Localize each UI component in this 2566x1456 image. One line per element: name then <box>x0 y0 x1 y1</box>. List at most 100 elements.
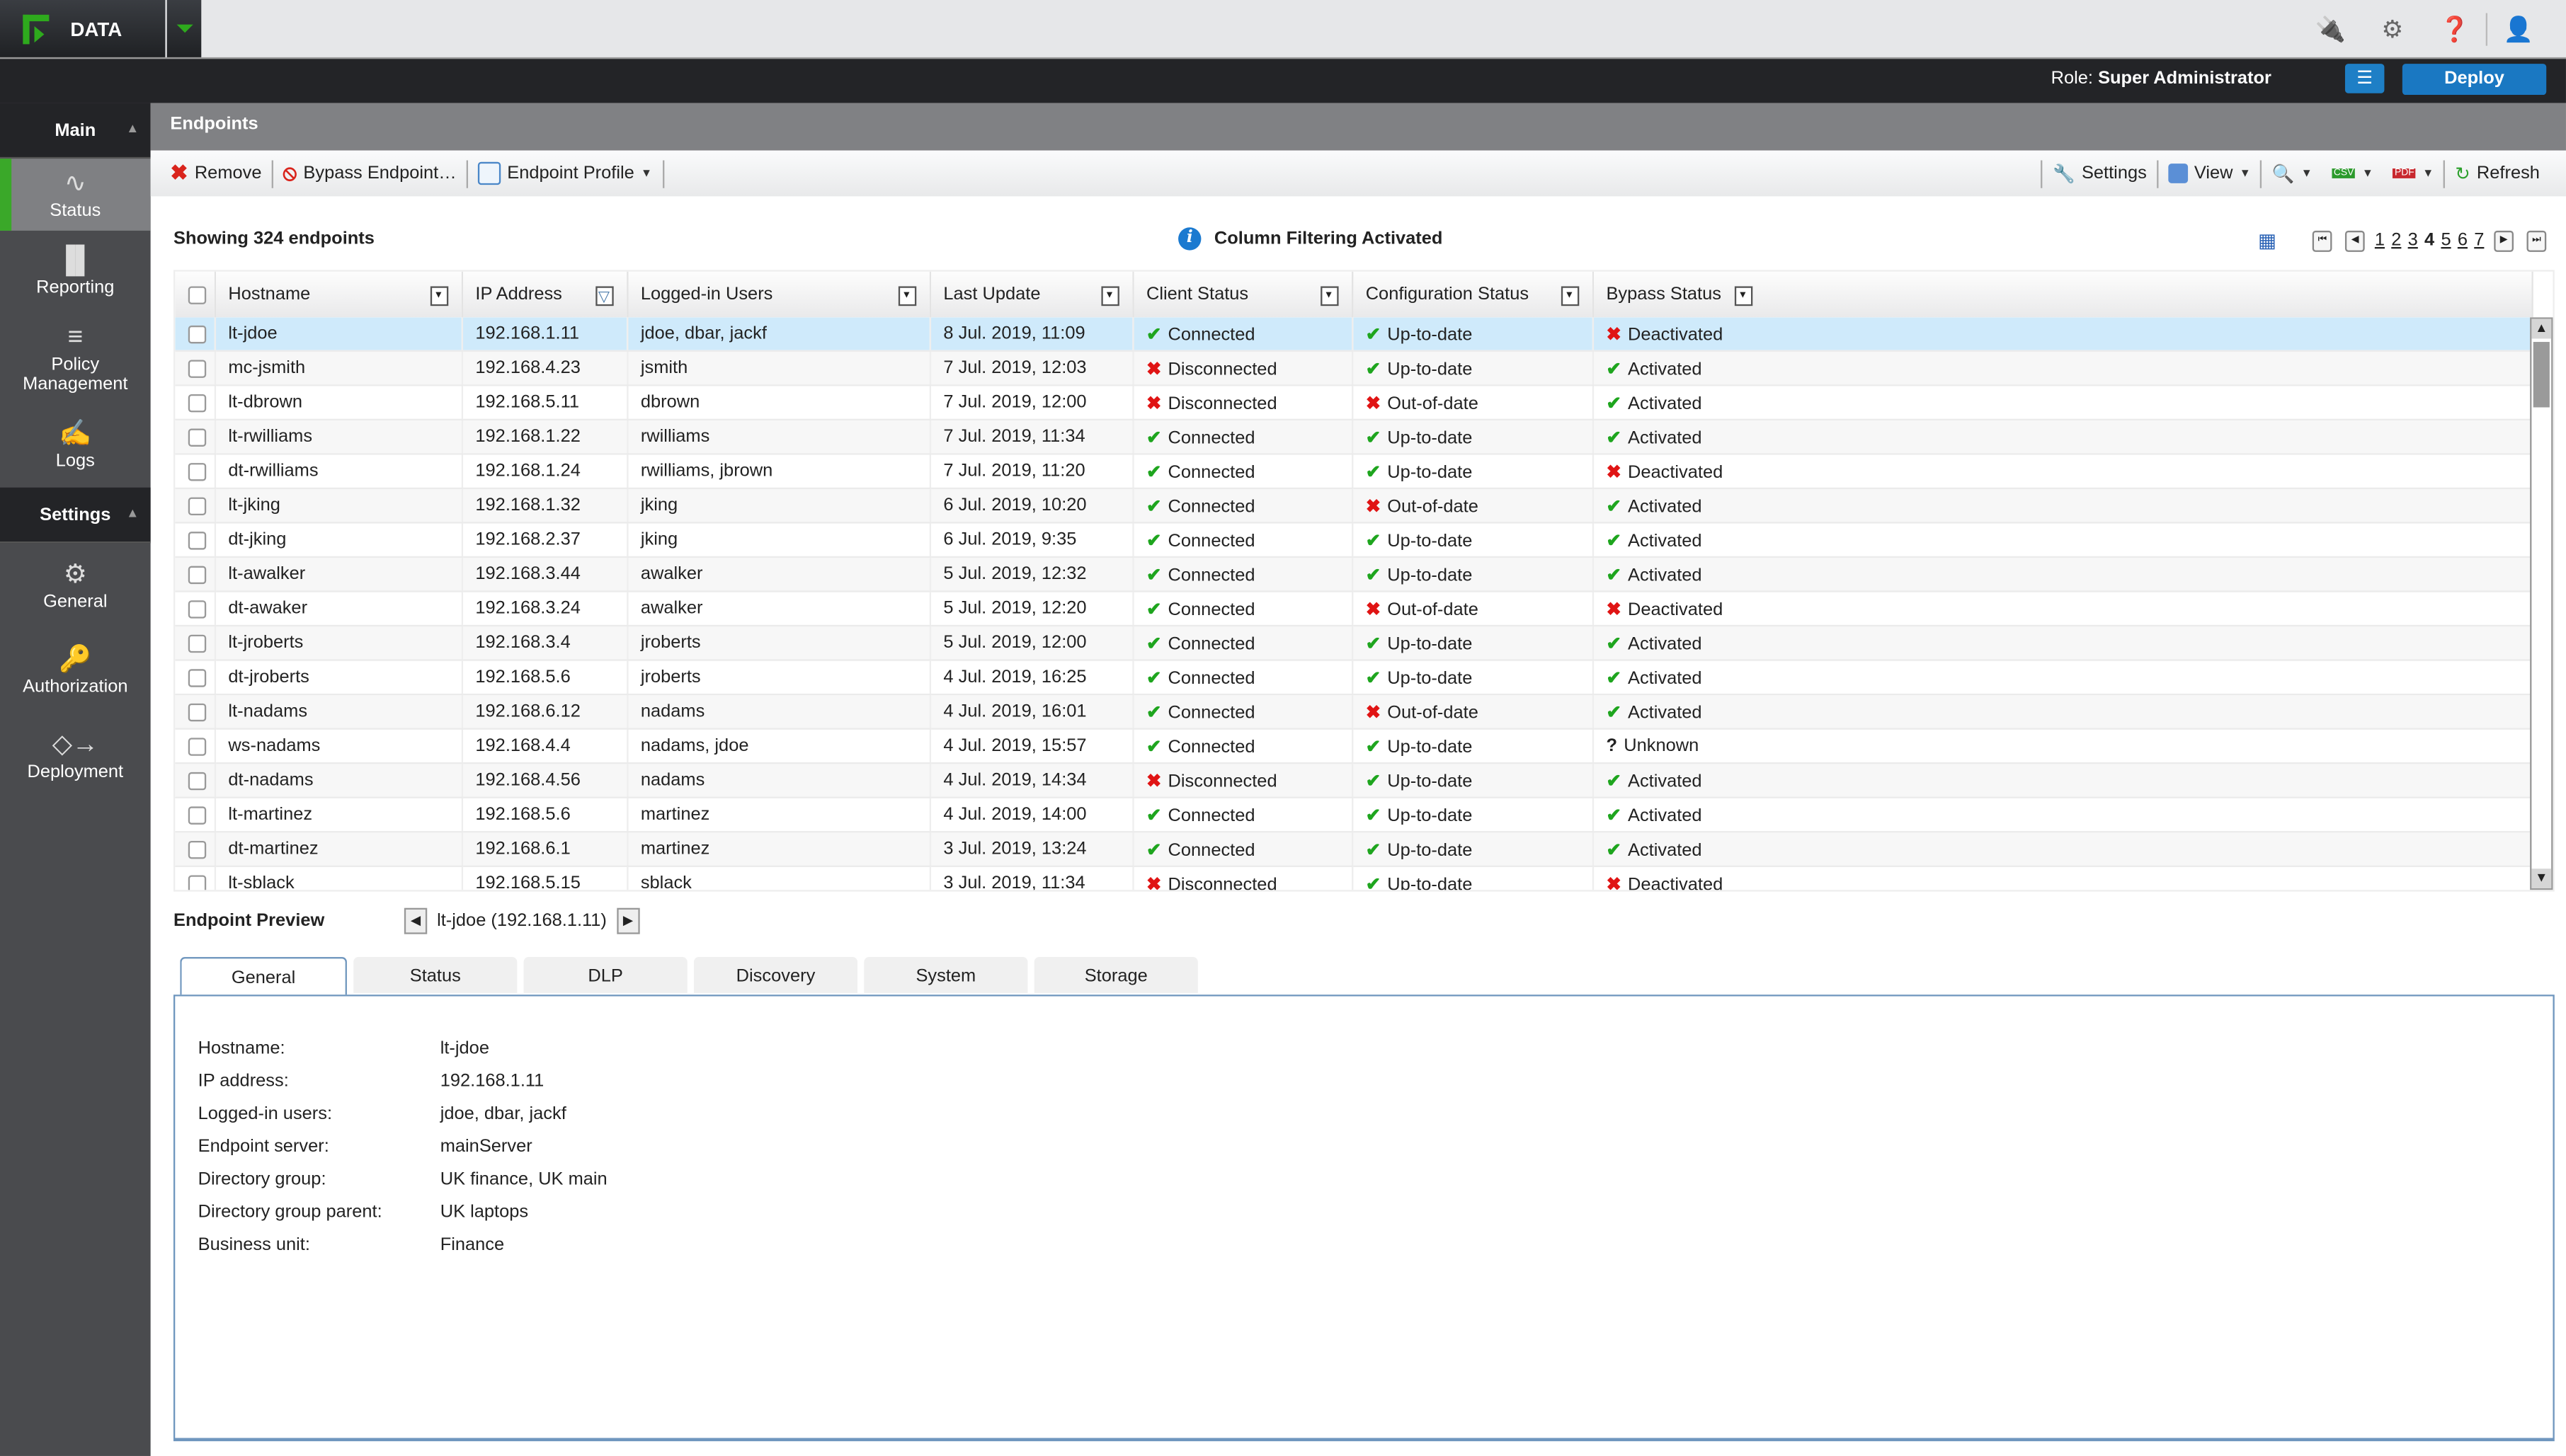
table-row[interactable]: dt-awaker 192.168.3.24 awalker 5 Jul. 2019,… <box>175 591 2533 627</box>
tab-discovery[interactable]: Discovery <box>693 957 858 993</box>
scroll-thumb[interactable] <box>2533 342 2550 408</box>
col-config-status[interactable]: Configuration Status ▼ <box>1352 271 1593 318</box>
row-select[interactable] <box>175 591 215 627</box>
row-select[interactable] <box>175 556 215 592</box>
page-link[interactable]: 7 <box>2474 231 2484 251</box>
row-checkbox[interactable] <box>188 874 207 890</box>
tab-dlp[interactable]: DLP <box>523 957 688 993</box>
prev-page-button[interactable]: ◀ <box>2345 229 2365 251</box>
csv-export-button[interactable]: CSV ▼ <box>2322 159 2383 188</box>
table-row[interactable]: dt-martinez 192.168.6.1 martinez 3 Jul. 201… <box>175 832 2533 867</box>
scroll-up-icon[interactable]: ▲ <box>2531 319 2552 339</box>
sidebar-item-policy-management[interactable]: ≡ Policy Management <box>0 308 151 404</box>
select-all[interactable] <box>175 271 215 318</box>
row-select[interactable] <box>175 454 215 490</box>
sidebar-item-authorization[interactable]: 🔑 Authorization <box>0 621 151 706</box>
table-row[interactable]: lt-dbrown 192.168.5.11 dbrown 7 Jul. 2019, … <box>175 385 2533 420</box>
row-select[interactable] <box>175 350 215 386</box>
table-row[interactable]: lt-jking 192.168.1.32 jking 6 Jul. 2019, 10… <box>175 488 2533 524</box>
next-endpoint-button[interactable]: ▶ <box>616 907 640 934</box>
column-menu-icon[interactable]: ▼ <box>429 286 448 306</box>
column-menu-icon[interactable]: ▼ <box>1100 286 1119 306</box>
select-all-checkbox[interactable] <box>188 285 207 304</box>
row-select[interactable] <box>175 317 215 352</box>
page-link[interactable]: 6 <box>2458 231 2468 251</box>
table-row[interactable]: dt-rwilliams 192.168.1.24 rwilliams, jbrow… <box>175 454 2533 490</box>
table-row[interactable]: lt-sblack 192.168.5.15 sblack 3 Jul. 2019, … <box>175 866 2533 890</box>
column-menu-icon[interactable]: ▼ <box>897 286 916 306</box>
refresh-button[interactable]: ↻ Refresh <box>2446 159 2550 188</box>
brand[interactable]: DATA <box>0 0 166 57</box>
tab-storage[interactable]: Storage <box>1034 957 1198 993</box>
search-export-button[interactable]: 🔍 ▼ <box>2262 159 2322 188</box>
settings-button[interactable]: 🔧 Settings <box>2043 159 2157 188</box>
row-checkbox[interactable] <box>188 840 207 859</box>
row-checkbox[interactable] <box>188 462 207 481</box>
row-checkbox[interactable] <box>188 771 207 790</box>
page-link[interactable]: 1 <box>2375 231 2385 251</box>
sidebar-item-logs[interactable]: ✍ Logs <box>0 404 151 481</box>
column-menu-icon[interactable]: ▼ <box>1319 286 1338 306</box>
tab-general[interactable]: General <box>180 957 347 997</box>
table-row[interactable]: lt-jdoe 192.168.1.11 jdoe, dbar, jackf 8 Ju… <box>175 317 2533 352</box>
row-checkbox[interactable] <box>188 600 207 618</box>
first-page-button[interactable]: ⏮ <box>2313 229 2332 251</box>
tab-system[interactable]: System <box>864 957 1028 993</box>
row-checkbox[interactable] <box>188 702 207 721</box>
row-select[interactable] <box>175 419 215 455</box>
next-page-button[interactable]: ▶ <box>2494 229 2514 251</box>
row-select[interactable] <box>175 832 215 867</box>
col-client-status[interactable]: Client Status ▼ <box>1132 271 1353 318</box>
table-row[interactable]: lt-awalker 192.168.3.44 awalker 5 Jul. 2019… <box>175 556 2533 592</box>
row-checkbox[interactable] <box>188 668 207 687</box>
scroll-down-icon[interactable]: ▼ <box>2531 869 2552 888</box>
row-select[interactable] <box>175 522 215 558</box>
row-checkbox[interactable] <box>188 324 207 343</box>
bypass-endpoint-button[interactable]: ⦸ Bypass Endpoint… <box>273 159 467 188</box>
row-checkbox[interactable] <box>188 359 207 377</box>
row-select[interactable] <box>175 797 215 833</box>
row-checkbox[interactable] <box>188 634 207 653</box>
col-hostname[interactable]: Hostname ▼ <box>214 271 462 318</box>
row-checkbox[interactable] <box>188 428 207 447</box>
deploy-button[interactable]: Deploy <box>2402 64 2547 96</box>
row-checkbox[interactable] <box>188 806 207 824</box>
sidebar-item-deployment[interactable]: ◇→ Deployment <box>0 706 151 791</box>
view-button[interactable]: View ▼ <box>2158 159 2261 188</box>
column-menu-icon[interactable]: ▼ <box>1560 286 1579 306</box>
row-select[interactable] <box>175 385 215 420</box>
page-link[interactable]: 5 <box>2441 231 2451 251</box>
table-row[interactable]: lt-nadams 192.168.6.12 nadams 4 Jul. 2019, … <box>175 694 2533 730</box>
page-link[interactable]: 2 <box>2391 231 2401 251</box>
row-checkbox[interactable] <box>188 496 207 515</box>
table-row[interactable]: lt-rwilliams 192.168.1.22 rwilliams 7 Jul. … <box>175 419 2533 455</box>
task-list-button[interactable]: ☰ <box>2344 64 2385 93</box>
user-icon[interactable]: 👤 <box>2487 15 2550 45</box>
prev-endpoint-button[interactable]: ◀ <box>404 907 428 934</box>
row-checkbox[interactable] <box>188 394 207 412</box>
brand-dropdown[interactable] <box>166 0 202 57</box>
table-row[interactable]: ws-nadams 192.168.4.4 nadams, jdoe 4 Jul. 2… <box>175 728 2533 764</box>
col-users[interactable]: Logged-in Users ▼ <box>627 271 930 318</box>
row-select[interactable] <box>175 488 215 524</box>
row-checkbox[interactable] <box>188 531 207 549</box>
column-settings-icon[interactable]: ▦ <box>2258 229 2276 252</box>
col-ip[interactable]: IP Address ▽ <box>461 271 628 318</box>
sidebar-item-reporting[interactable]: ▐▌ Reporting <box>0 231 151 308</box>
table-row[interactable]: mc-jsmith 192.168.4.23 jsmith 7 Jul. 2019, … <box>175 350 2533 386</box>
table-row[interactable]: dt-nadams 192.168.4.56 nadams 4 Jul. 2019, … <box>175 763 2533 798</box>
last-page-button[interactable]: ⏭ <box>2526 229 2547 251</box>
row-select[interactable] <box>175 660 215 696</box>
col-bypass-status[interactable]: Bypass Status ▼ <box>1592 271 2533 318</box>
sidebar-section-settings[interactable]: Settings ▲ <box>0 487 151 544</box>
help-icon[interactable]: ❓ <box>2424 15 2486 45</box>
gear-icon[interactable]: ⚙ <box>2361 15 2424 45</box>
remove-button[interactable]: ✖ Remove <box>160 159 271 188</box>
row-checkbox[interactable] <box>188 565 207 584</box>
tab-status[interactable]: Status <box>353 957 518 993</box>
row-select[interactable] <box>175 866 215 890</box>
table-scrollbar[interactable]: ▲ ▼ <box>2530 317 2553 890</box>
sidebar-item-status[interactable]: ∿ Status <box>0 159 151 231</box>
row-select[interactable] <box>175 763 215 798</box>
sidebar-item-general[interactable]: ⚙ General <box>0 543 151 621</box>
